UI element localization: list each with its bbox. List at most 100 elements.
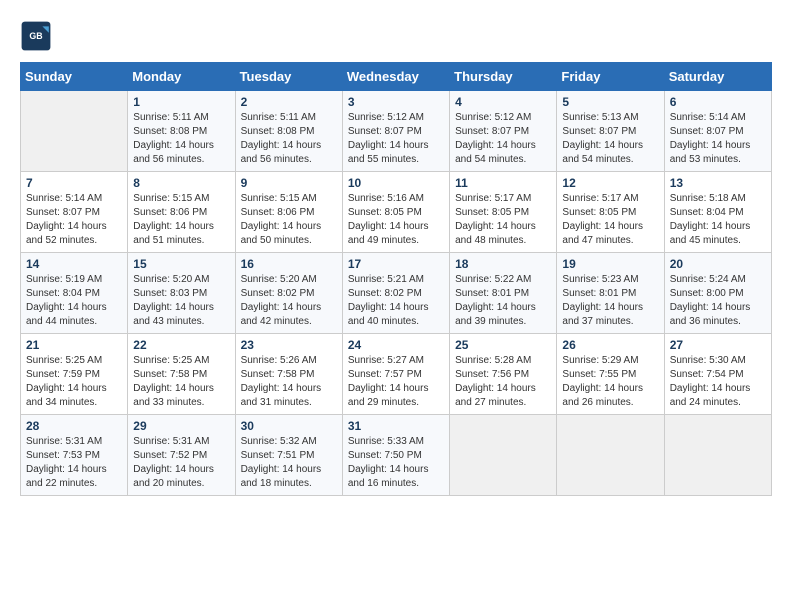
- calendar-cell: 12Sunrise: 5:17 AM Sunset: 8:05 PM Dayli…: [557, 172, 664, 253]
- day-info: Sunrise: 5:32 AM Sunset: 7:51 PM Dayligh…: [241, 435, 337, 491]
- day-number: 23: [241, 338, 337, 352]
- calendar-cell: 23 Sunrise: 5:26 AM Sunset: 7:58 PM Dayli…: [235, 334, 342, 415]
- calendar-week-2: 7 Sunrise: 5:14 AM Sunset: 8:07 PM Daylig…: [21, 172, 772, 253]
- calendar-cell: 24Sunrise: 5:27 AM Sunset: 7:57 PM Dayli…: [342, 334, 449, 415]
- day-header-wednesday: Wednesday: [342, 63, 449, 91]
- calendar-cell: 9Sunrise: 5:15 AM Sunset: 8:06 PM Daylig…: [235, 172, 342, 253]
- day-number: 7: [26, 176, 122, 190]
- calendar-cell: 8 Sunrise: 5:15 AM Sunset: 8:06 PM Daylig…: [128, 172, 235, 253]
- day-info: Sunrise: 5:30 AM Sunset: 7:54 PM Dayligh…: [670, 354, 766, 410]
- day-info: Sunrise: 5:25 AM Sunset: 7:58 PM Dayligh…: [133, 354, 229, 410]
- calendar-cell: 10 Sunrise: 5:16 AM Sunset: 8:05 PM Dayli…: [342, 172, 449, 253]
- day-info: Sunrise: 5:24 AM Sunset: 8:00 PM Dayligh…: [670, 273, 766, 329]
- day-number: 6: [670, 95, 766, 109]
- day-header-saturday: Saturday: [664, 63, 771, 91]
- calendar-cell: 19 Sunrise: 5:23 AM Sunset: 8:01 PM Dayli…: [557, 253, 664, 334]
- day-info: Sunrise: 5:16 AM Sunset: 8:05 PM Dayligh…: [348, 192, 444, 248]
- calendar-cell: [21, 91, 128, 172]
- calendar-body: 1 Sunrise: 5:11 AM Sunset: 8:08 PM Daylig…: [21, 91, 772, 496]
- logo-icon: GB: [20, 20, 52, 52]
- calendar-cell: 27 Sunrise: 5:30 AM Sunset: 7:54 PM Dayli…: [664, 334, 771, 415]
- day-info: Sunrise: 5:14 AM Sunset: 8:07 PM Dayligh…: [670, 111, 766, 167]
- day-number: 17: [348, 257, 444, 271]
- day-number: 19: [562, 257, 658, 271]
- calendar-cell: 21 Sunrise: 5:25 AM Sunset: 7:59 PM Dayli…: [21, 334, 128, 415]
- day-header-monday: Monday: [128, 63, 235, 91]
- calendar-week-1: 1 Sunrise: 5:11 AM Sunset: 8:08 PM Daylig…: [21, 91, 772, 172]
- calendar-week-5: 28Sunrise: 5:31 AM Sunset: 7:53 PM Dayli…: [21, 415, 772, 496]
- logo: GB: [20, 20, 56, 52]
- day-info: Sunrise: 5:26 AM Sunset: 7:58 PM Dayligh…: [241, 354, 337, 410]
- day-number: 11: [455, 176, 551, 190]
- day-info: Sunrise: 5:18 AM Sunset: 8:04 PM Dayligh…: [670, 192, 766, 248]
- calendar-cell: 22 Sunrise: 5:25 AM Sunset: 7:58 PM Dayli…: [128, 334, 235, 415]
- day-info: Sunrise: 5:23 AM Sunset: 8:01 PM Dayligh…: [562, 273, 658, 329]
- calendar-cell: 11 Sunrise: 5:17 AM Sunset: 8:05 PM Dayli…: [450, 172, 557, 253]
- calendar-week-4: 21 Sunrise: 5:25 AM Sunset: 7:59 PM Dayli…: [21, 334, 772, 415]
- day-info: Sunrise: 5:15 AM Sunset: 8:06 PM Dayligh…: [241, 192, 337, 248]
- page-header: GB: [20, 20, 772, 52]
- calendar-cell: 13 Sunrise: 5:18 AM Sunset: 8:04 PM Dayli…: [664, 172, 771, 253]
- day-info: Sunrise: 5:14 AM Sunset: 8:07 PM Dayligh…: [26, 192, 122, 248]
- calendar-cell: 26Sunrise: 5:29 AM Sunset: 7:55 PM Dayli…: [557, 334, 664, 415]
- calendar-cell: 29Sunrise: 5:31 AM Sunset: 7:52 PM Dayli…: [128, 415, 235, 496]
- day-info: Sunrise: 5:12 AM Sunset: 8:07 PM Dayligh…: [455, 111, 551, 167]
- day-info: Sunrise: 5:27 AM Sunset: 7:57 PM Dayligh…: [348, 354, 444, 410]
- day-info: Sunrise: 5:11 AM Sunset: 8:08 PM Dayligh…: [241, 111, 337, 167]
- day-number: 8: [133, 176, 229, 190]
- day-info: Sunrise: 5:20 AM Sunset: 8:02 PM Dayligh…: [241, 273, 337, 329]
- day-number: 30: [241, 419, 337, 433]
- day-number: 15: [133, 257, 229, 271]
- day-number: 2: [241, 95, 337, 109]
- day-header-sunday: Sunday: [21, 63, 128, 91]
- calendar-cell: 31 Sunrise: 5:33 AM Sunset: 7:50 PM Dayli…: [342, 415, 449, 496]
- calendar-cell: 2 Sunrise: 5:11 AM Sunset: 8:08 PM Daylig…: [235, 91, 342, 172]
- calendar-cell: 1 Sunrise: 5:11 AM Sunset: 8:08 PM Daylig…: [128, 91, 235, 172]
- day-number: 31: [348, 419, 444, 433]
- day-number: 18: [455, 257, 551, 271]
- day-number: 1: [133, 95, 229, 109]
- day-info: Sunrise: 5:17 AM Sunset: 8:05 PM Dayligh…: [455, 192, 551, 248]
- calendar-cell: 20 Sunrise: 5:24 AM Sunset: 8:00 PM Dayli…: [664, 253, 771, 334]
- calendar-table: SundayMondayTuesdayWednesdayThursdayFrid…: [20, 62, 772, 496]
- day-info: Sunrise: 5:25 AM Sunset: 7:59 PM Dayligh…: [26, 354, 122, 410]
- day-info: Sunrise: 5:12 AM Sunset: 8:07 PM Dayligh…: [348, 111, 444, 167]
- day-number: 21: [26, 338, 122, 352]
- svg-text:GB: GB: [29, 31, 42, 41]
- day-header-thursday: Thursday: [450, 63, 557, 91]
- day-number: 25: [455, 338, 551, 352]
- day-info: Sunrise: 5:20 AM Sunset: 8:03 PM Dayligh…: [133, 273, 229, 329]
- day-info: Sunrise: 5:29 AM Sunset: 7:55 PM Dayligh…: [562, 354, 658, 410]
- day-info: Sunrise: 5:28 AM Sunset: 7:56 PM Dayligh…: [455, 354, 551, 410]
- day-number: 28: [26, 419, 122, 433]
- day-info: Sunrise: 5:17 AM Sunset: 8:05 PM Dayligh…: [562, 192, 658, 248]
- calendar-header-row: SundayMondayTuesdayWednesdayThursdayFrid…: [21, 63, 772, 91]
- calendar-cell: 14Sunrise: 5:19 AM Sunset: 8:04 PM Dayli…: [21, 253, 128, 334]
- calendar-cell: [557, 415, 664, 496]
- calendar-cell: 4 Sunrise: 5:12 AM Sunset: 8:07 PM Daylig…: [450, 91, 557, 172]
- calendar-cell: [664, 415, 771, 496]
- day-number: 20: [670, 257, 766, 271]
- day-info: Sunrise: 5:15 AM Sunset: 8:06 PM Dayligh…: [133, 192, 229, 248]
- calendar-cell: 5Sunrise: 5:13 AM Sunset: 8:07 PM Daylig…: [557, 91, 664, 172]
- day-number: 14: [26, 257, 122, 271]
- calendar-cell: 3 Sunrise: 5:12 AM Sunset: 8:07 PM Daylig…: [342, 91, 449, 172]
- day-info: Sunrise: 5:31 AM Sunset: 7:52 PM Dayligh…: [133, 435, 229, 491]
- calendar-cell: 30 Sunrise: 5:32 AM Sunset: 7:51 PM Dayli…: [235, 415, 342, 496]
- day-number: 27: [670, 338, 766, 352]
- day-number: 13: [670, 176, 766, 190]
- calendar-cell: 28Sunrise: 5:31 AM Sunset: 7:53 PM Dayli…: [21, 415, 128, 496]
- day-number: 5: [562, 95, 658, 109]
- day-info: Sunrise: 5:11 AM Sunset: 8:08 PM Dayligh…: [133, 111, 229, 167]
- day-number: 22: [133, 338, 229, 352]
- calendar-cell: [450, 415, 557, 496]
- day-number: 4: [455, 95, 551, 109]
- calendar-week-3: 14Sunrise: 5:19 AM Sunset: 8:04 PM Dayli…: [21, 253, 772, 334]
- calendar-cell: 25 Sunrise: 5:28 AM Sunset: 7:56 PM Dayli…: [450, 334, 557, 415]
- day-header-friday: Friday: [557, 63, 664, 91]
- day-number: 3: [348, 95, 444, 109]
- day-number: 10: [348, 176, 444, 190]
- calendar-cell: 17Sunrise: 5:21 AM Sunset: 8:02 PM Dayli…: [342, 253, 449, 334]
- day-info: Sunrise: 5:22 AM Sunset: 8:01 PM Dayligh…: [455, 273, 551, 329]
- day-info: Sunrise: 5:33 AM Sunset: 7:50 PM Dayligh…: [348, 435, 444, 491]
